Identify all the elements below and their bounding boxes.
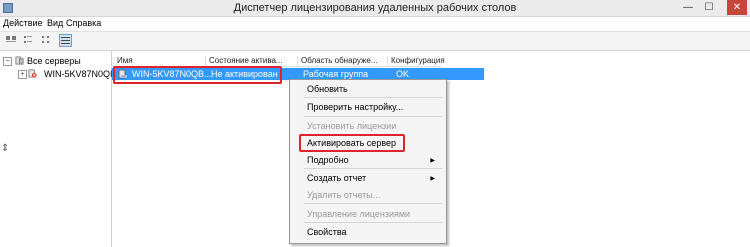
menu-item-delete-reports: Удалить отчеты... <box>307 190 381 200</box>
menu-item-details[interactable]: Подробно ▶ <box>307 155 441 165</box>
tree-item-label: Все серверы <box>27 56 81 66</box>
list-view-icon[interactable] <box>40 34 53 47</box>
large-icons-view-icon[interactable] <box>4 34 17 47</box>
toolbar <box>0 32 750 51</box>
mouse-cursor-icon: ⇕ <box>1 143 10 154</box>
tree-item-all-servers[interactable]: − Все серверы <box>3 56 108 67</box>
menu-help[interactable]: Справка <box>66 18 101 28</box>
row-annotation-highlight <box>113 66 282 84</box>
small-icons-view-icon[interactable] <box>22 34 35 47</box>
menu-separator <box>304 97 442 98</box>
expand-toggle[interactable]: + <box>18 70 27 79</box>
menu-annotation-highlight <box>299 134 405 152</box>
cell-config: OK <box>396 69 410 79</box>
server-tree: − Все серверы + WIN-5KV87N0QI <box>0 51 113 247</box>
menu-item-label: Создать отчет <box>307 173 367 183</box>
menu-action[interactable]: Действие <box>3 18 43 28</box>
title-bar: Диспетчер лицензирования удаленных рабоч… <box>0 0 750 17</box>
maximize-button[interactable]: ☐ <box>701 0 717 15</box>
column-config[interactable]: Конфигурация <box>388 56 446 66</box>
column-state[interactable]: Состояние актива... <box>206 56 298 66</box>
menu-separator <box>304 222 442 223</box>
menu-item-label: Подробно <box>307 155 349 165</box>
cell-scope: Рабочая группа <box>303 69 369 79</box>
menu-item-install-licenses: Установить лицензии <box>307 121 397 131</box>
context-menu: Обновить Проверить настройку... Установи… <box>289 79 447 244</box>
details-view-icon[interactable] <box>59 34 72 47</box>
column-scope[interactable]: Область обнаруже... <box>298 56 388 66</box>
collapse-toggle[interactable]: − <box>3 57 12 66</box>
menu-separator <box>304 203 442 204</box>
menu-item-create-report[interactable]: Создать отчет ▶ <box>307 173 441 183</box>
submenu-arrow-icon: ▶ <box>430 176 435 182</box>
menu-view[interactable]: Вид <box>47 18 63 28</box>
close-button[interactable]: ✕ <box>727 0 747 15</box>
menu-item-properties[interactable]: Свойства <box>307 227 347 237</box>
menu-item-refresh[interactable]: Обновить <box>307 84 348 94</box>
server-not-activated-icon <box>28 69 37 78</box>
menu-separator <box>304 168 442 169</box>
column-name[interactable]: Имя <box>114 56 206 66</box>
servers-icon <box>15 56 24 65</box>
tree-item-server[interactable]: + WIN-5KV87N0QI <box>18 69 113 80</box>
menu-item-check-config[interactable]: Проверить настройку... <box>307 102 403 112</box>
tree-item-label: WIN-5KV87N0QI <box>44 69 113 79</box>
submenu-arrow-icon: ▶ <box>430 158 435 164</box>
menu-separator <box>304 116 442 117</box>
menu-item-manage-licenses: Управление лицензиями <box>307 209 411 219</box>
window-title: Диспетчер лицензирования удаленных рабоч… <box>233 2 517 14</box>
menu-bar: Действие Вид Справка <box>0 17 750 32</box>
minimize-button[interactable]: — <box>680 0 696 15</box>
